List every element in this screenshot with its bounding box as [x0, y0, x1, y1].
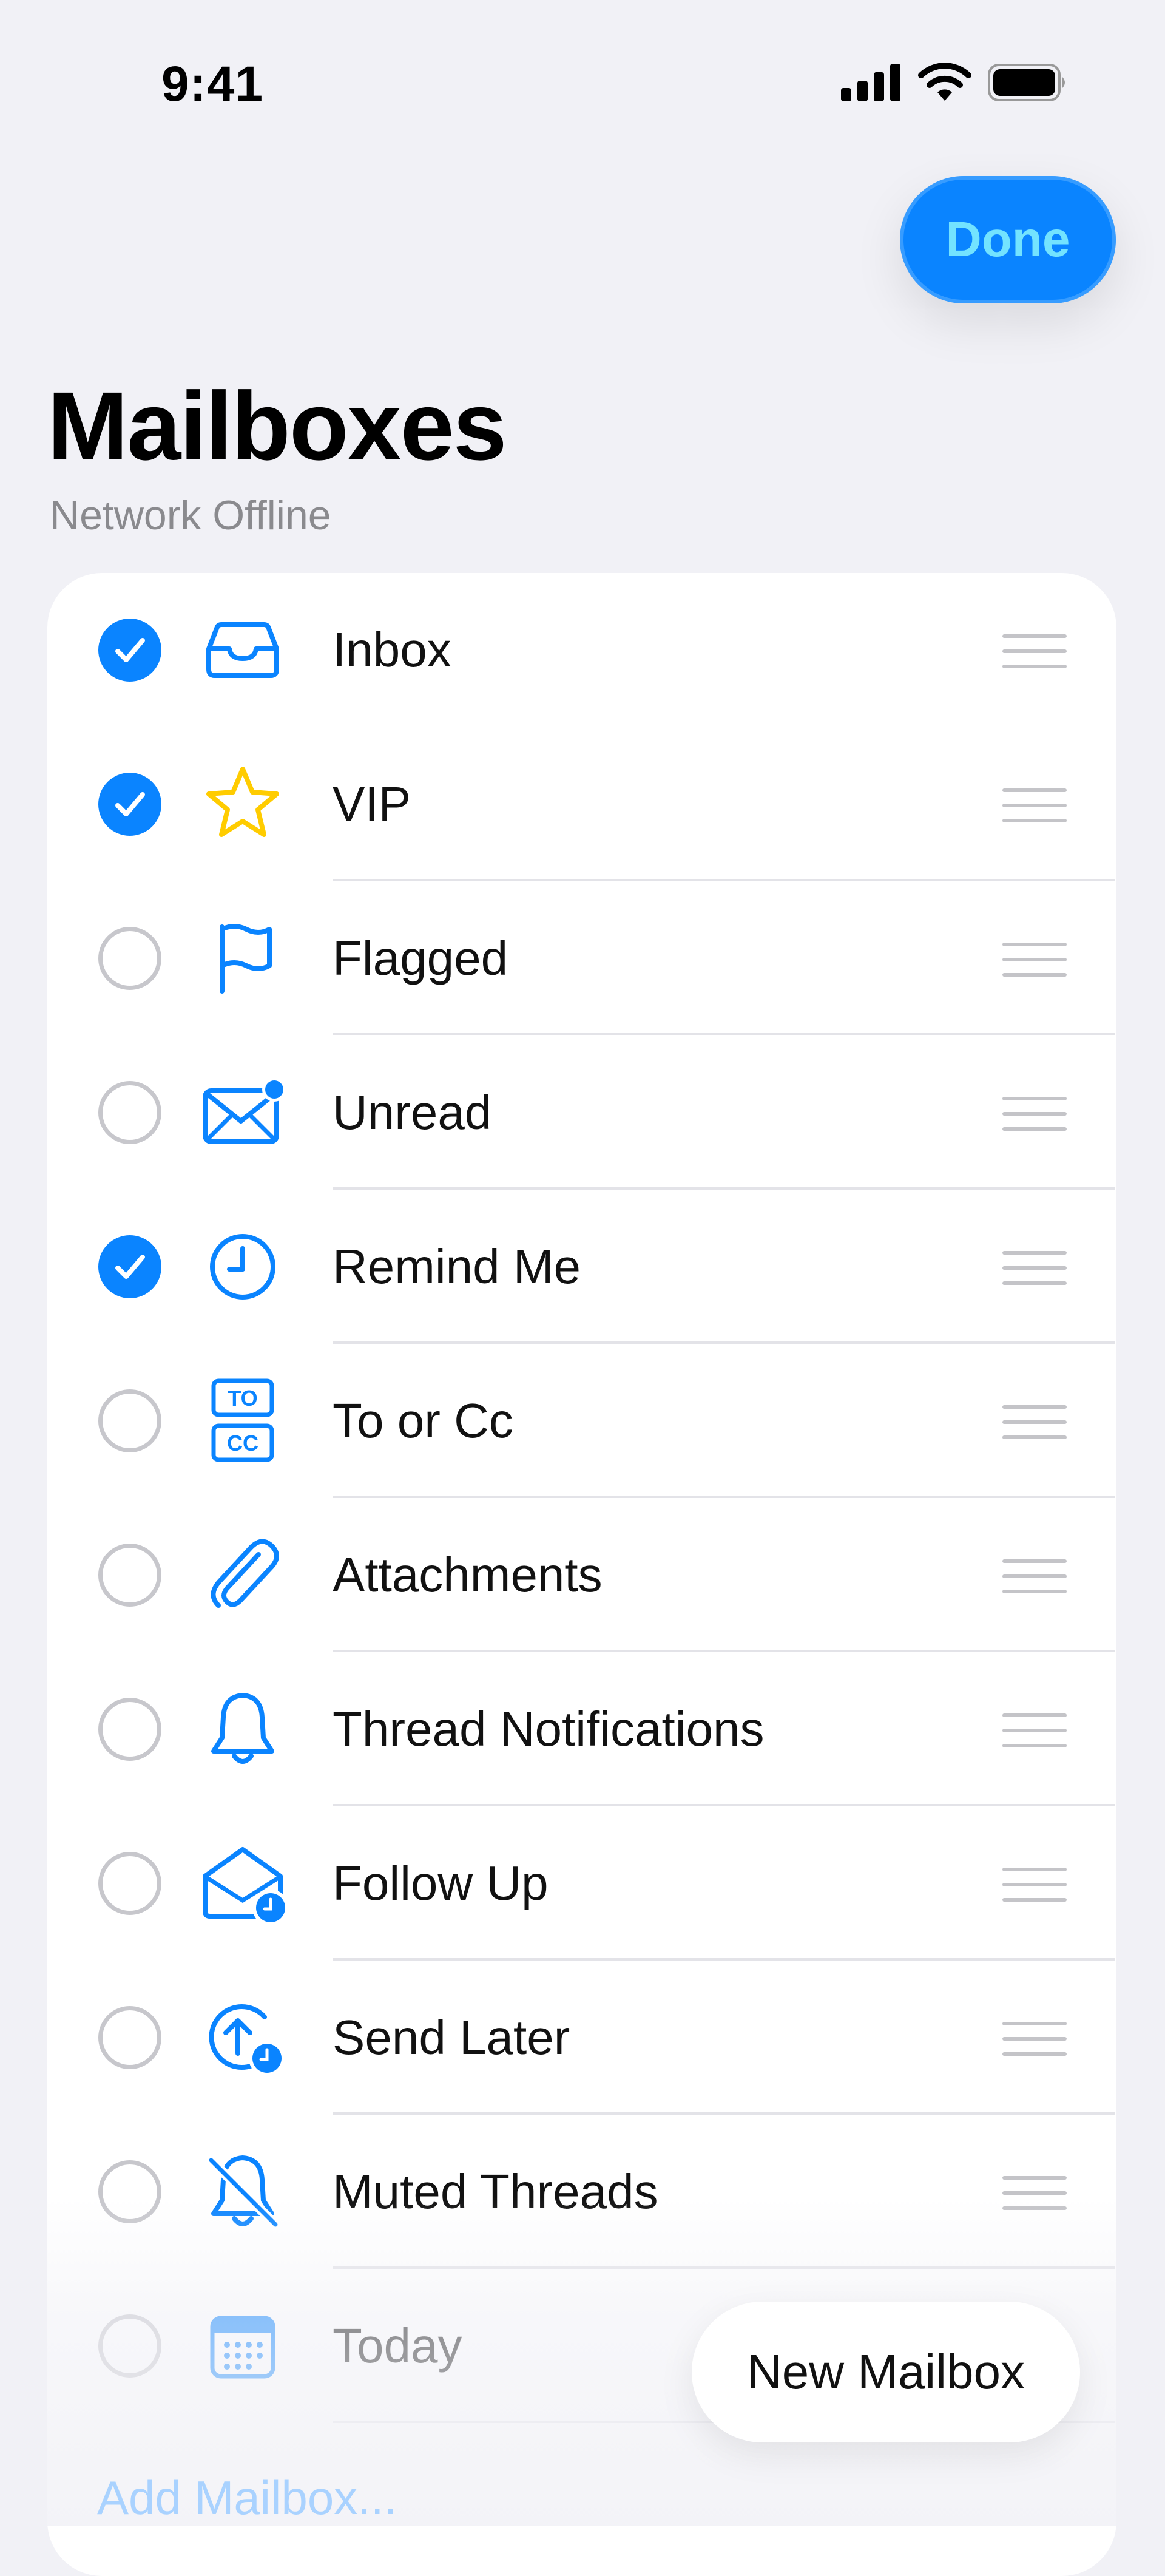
star-icon: [206, 767, 279, 837]
mailbox-label: Attachments: [333, 1548, 603, 1602]
checkmark-icon: [115, 638, 145, 662]
inbox-tray-icon: [206, 622, 279, 678]
mailbox-label: Send Later: [333, 2010, 570, 2064]
mailbox-label: Today: [333, 2319, 462, 2373]
mailbox-checkbox[interactable]: [98, 1389, 161, 1452]
envelope-clock-icon: [203, 1847, 286, 1926]
mailbox-row-thread-notifications[interactable]: Thread Notifications: [47, 1652, 1116, 1806]
to-cc-icon: TO CC: [211, 1378, 274, 1462]
svg-text:CC: CC: [227, 1431, 258, 1456]
reorder-handle-icon[interactable]: [1002, 1713, 1067, 1759]
mailbox-row-unread[interactable]: Unread: [47, 1035, 1116, 1190]
reorder-handle-icon[interactable]: [1002, 2176, 1067, 2222]
reorder-handle-icon[interactable]: [1002, 1868, 1067, 1913]
checkmark-icon: [115, 1255, 145, 1279]
status-bar: 9:41: [0, 0, 1165, 121]
mailbox-label: Remind Me: [333, 1239, 581, 1293]
reorder-handle-icon[interactable]: [1002, 1559, 1067, 1605]
mailbox-row-remind-me[interactable]: Remind Me: [47, 1190, 1116, 1344]
mailbox-row-flagged[interactable]: Flagged: [47, 881, 1116, 1035]
reorder-handle-icon[interactable]: [1002, 1405, 1067, 1451]
mailbox-label: Flagged: [333, 931, 508, 985]
reorder-handle-icon[interactable]: [1002, 943, 1067, 988]
mailbox-row-follow-up[interactable]: Follow Up: [47, 1806, 1116, 1961]
flag-icon: [220, 924, 272, 994]
mailbox-checkbox[interactable]: [98, 2006, 161, 2069]
wifi-icon: [918, 63, 971, 101]
mailbox-checkbox[interactable]: [98, 2160, 161, 2223]
mailbox-checkbox[interactable]: [98, 773, 161, 836]
mailbox-checkbox[interactable]: [98, 1698, 161, 1761]
mailbox-label: To or Cc: [333, 1394, 513, 1448]
mailbox-row-inbox[interactable]: Inbox: [47, 573, 1116, 727]
mailbox-row-muted-threads[interactable]: Muted Threads: [47, 2115, 1116, 2269]
mailbox-row-send-later[interactable]: Send Later: [47, 1961, 1116, 2115]
mailbox-list: Inbox VIP Flagged Unread Remind Me TO CC…: [47, 573, 1116, 2576]
mailbox-label: Inbox: [333, 623, 451, 677]
status-time: 9:41: [161, 56, 264, 112]
mailbox-checkbox[interactable]: [98, 927, 161, 990]
reorder-handle-icon[interactable]: [1002, 788, 1067, 834]
reorder-handle-icon[interactable]: [1002, 634, 1067, 680]
mailbox-checkbox[interactable]: [98, 2314, 161, 2378]
done-button[interactable]: Done: [900, 176, 1116, 303]
mailbox-label: Muted Threads: [333, 2164, 658, 2218]
network-status: Network Offline: [50, 492, 331, 538]
add-mailbox-link[interactable]: Add Mailbox...: [97, 2470, 397, 2526]
cellular-signal-icon: [841, 64, 900, 101]
mailbox-label: Thread Notifications: [333, 1702, 765, 1756]
reorder-handle-icon[interactable]: [1002, 1251, 1067, 1296]
mailbox-label: VIP: [333, 777, 411, 831]
mailbox-checkbox[interactable]: [98, 1544, 161, 1607]
bell-icon: [211, 1693, 274, 1764]
mailbox-checkbox[interactable]: [98, 1235, 161, 1298]
mailbox-checkbox[interactable]: [98, 1081, 161, 1144]
new-mailbox-button[interactable]: New Mailbox: [692, 2302, 1080, 2442]
paperclip-icon: [211, 1539, 279, 1608]
battery-icon: [988, 64, 1065, 101]
unread-envelope-icon: [203, 1077, 286, 1144]
clock-icon: [210, 1234, 275, 1300]
status-icons: [841, 63, 1068, 102]
mailbox-label: Follow Up: [333, 1856, 549, 1910]
page-title: Mailboxes: [47, 371, 507, 480]
calendar-icon: [210, 2316, 275, 2379]
bell-slash-icon: [208, 2155, 279, 2228]
checkmark-icon: [115, 792, 145, 816]
send-later-icon: [209, 2004, 285, 2076]
mailbox-row-vip[interactable]: VIP: [47, 727, 1116, 881]
mailbox-checkbox[interactable]: [98, 619, 161, 682]
svg-text:TO: TO: [228, 1386, 257, 1411]
reorder-handle-icon[interactable]: [1002, 2022, 1067, 2067]
mailbox-label: Unread: [333, 1085, 492, 1139]
mailbox-row-to-or-cc[interactable]: TO CC To or Cc: [47, 1344, 1116, 1498]
mailbox-row-attachments[interactable]: Attachments: [47, 1498, 1116, 1652]
mailbox-checkbox[interactable]: [98, 1852, 161, 1915]
reorder-handle-icon[interactable]: [1002, 1097, 1067, 1142]
